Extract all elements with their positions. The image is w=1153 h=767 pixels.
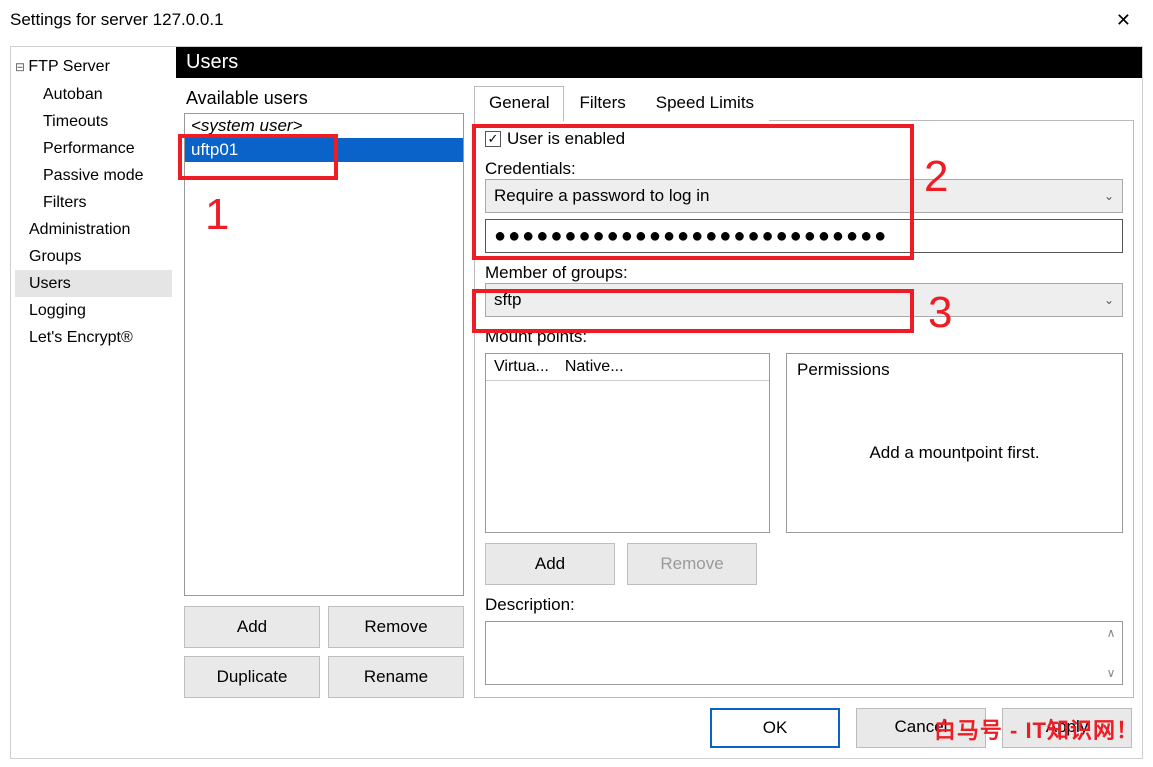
mount-points-table[interactable]: Virtua... Native... [485, 353, 770, 533]
credentials-label: Credentials: [485, 159, 1123, 179]
groups-select[interactable]: sftp ⌄ [485, 283, 1123, 317]
title-bar: Settings for server 127.0.0.1 ✕ [0, 0, 1153, 40]
mount-col-native[interactable]: Native... [557, 354, 632, 380]
tree-groups[interactable]: Groups [15, 243, 172, 270]
users-list[interactable]: <system user> uftp01 [184, 113, 464, 596]
check-icon: ✓ [485, 131, 501, 147]
available-users-label: Available users [186, 88, 464, 109]
tree-passive-mode[interactable]: Passive mode [15, 162, 172, 189]
nav-tree: FTP Server Autoban Timeouts Performance … [11, 47, 176, 758]
tree-autoban[interactable]: Autoban [15, 81, 172, 108]
users-duplicate-button[interactable]: Duplicate [184, 656, 320, 698]
cancel-button[interactable]: Cancel [856, 708, 986, 748]
permissions-label: Permissions [797, 360, 1112, 380]
mount-points-label: Mount points: [485, 327, 1123, 347]
ok-button[interactable]: OK [710, 708, 840, 748]
chevron-down-icon: ⌄ [1104, 189, 1114, 203]
tree-administration[interactable]: Administration [15, 216, 172, 243]
mount-col-virtual[interactable]: Virtua... [486, 354, 557, 380]
user-system[interactable]: <system user> [185, 114, 463, 138]
user-enabled-label: User is enabled [507, 129, 625, 149]
user-enabled-checkbox[interactable]: ✓ User is enabled [485, 129, 1123, 149]
tab-general-body: ✓ User is enabled Credentials: Require a… [474, 121, 1134, 698]
password-input[interactable]: ●●●●●●●●●●●●●●●●●●●●●●●●●●●● [485, 219, 1123, 253]
right-panel: Users Available users <system user> uftp… [176, 47, 1142, 758]
description-label: Description: [485, 595, 1123, 615]
tab-filters[interactable]: Filters [564, 86, 640, 121]
window-title: Settings for server 127.0.0.1 [10, 10, 224, 30]
dialog-footer: OK Cancel Apply [176, 698, 1142, 758]
dialog-body: FTP Server Autoban Timeouts Performance … [10, 46, 1143, 759]
tree-ftp-server[interactable]: FTP Server [15, 53, 172, 81]
tab-speed-limits[interactable]: Speed Limits [641, 86, 769, 121]
apply-button[interactable]: Apply [1002, 708, 1132, 748]
users-remove-button[interactable]: Remove [328, 606, 464, 648]
tree-filters[interactable]: Filters [15, 189, 172, 216]
close-icon[interactable]: ✕ [1106, 4, 1141, 37]
users-add-button[interactable]: Add [184, 606, 320, 648]
member-of-groups-label: Member of groups: [485, 263, 1123, 283]
description-textarea[interactable]: ∧∨ [485, 621, 1123, 685]
user-uftp01[interactable]: uftp01 [185, 138, 463, 162]
permissions-panel: Permissions Add a mountpoint first. [786, 353, 1123, 533]
scrollbar[interactable]: ∧∨ [1102, 626, 1120, 680]
mount-add-button[interactable]: Add [485, 543, 615, 585]
tree-users[interactable]: Users [15, 270, 172, 297]
tree-lets-encrypt[interactable]: Let's Encrypt® [15, 324, 172, 351]
users-column: Available users <system user> uftp01 Add… [184, 86, 464, 698]
tree-timeouts[interactable]: Timeouts [15, 108, 172, 135]
tab-general[interactable]: General [474, 86, 564, 121]
tree-logging[interactable]: Logging [15, 297, 172, 324]
tabs: General Filters Speed Limits [474, 86, 1134, 121]
chevron-down-icon: ⌄ [1104, 293, 1114, 307]
detail-column: General Filters Speed Limits ✓ User is e… [474, 86, 1134, 698]
permissions-empty-text: Add a mountpoint first. [797, 380, 1112, 526]
credentials-mode-select[interactable]: Require a password to log in ⌄ [485, 179, 1123, 213]
mount-remove-button: Remove [627, 543, 757, 585]
users-rename-button[interactable]: Rename [328, 656, 464, 698]
tree-performance[interactable]: Performance [15, 135, 172, 162]
section-title: Users [176, 47, 1142, 78]
